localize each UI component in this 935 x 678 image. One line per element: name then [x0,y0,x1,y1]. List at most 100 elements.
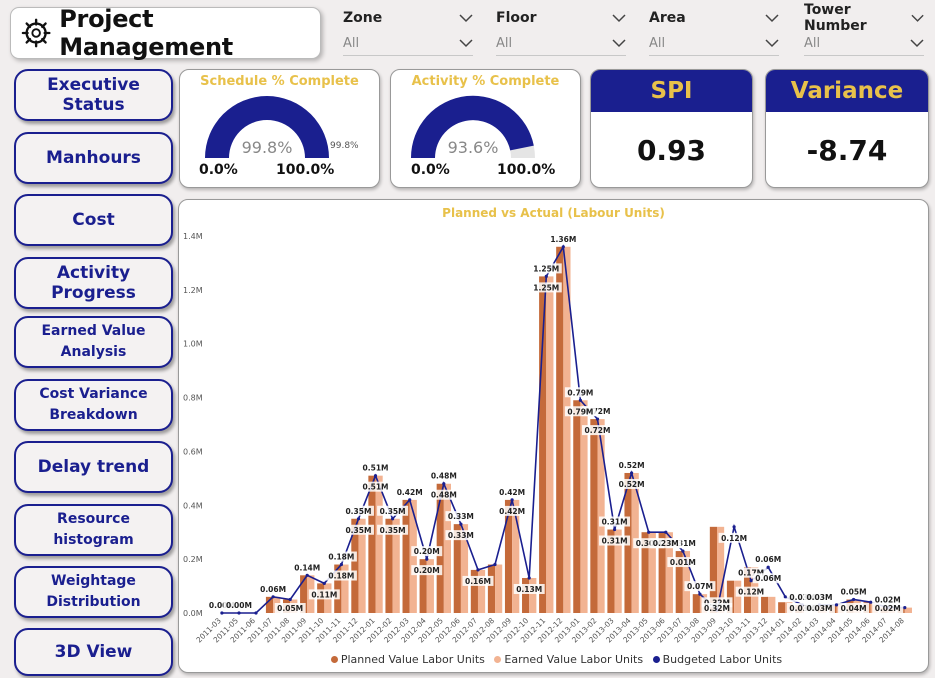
tower-number-dropdown[interactable]: All [804,32,924,56]
data-label: 0.48M [431,472,457,481]
data-label: 0.18M [328,553,354,562]
y-tick-label: 0.0M [183,609,203,618]
data-label: 1.25M [533,264,559,273]
budgeted-point [391,517,395,521]
area-dropdown[interactable]: All [649,32,779,56]
budgeted-point [698,592,702,596]
budgeted-point [322,581,326,585]
legend-dot-planned [330,656,338,663]
y-tick-label: 0.4M [183,501,203,510]
y-tick-label: 0.2M [183,555,203,564]
budgeted-point [561,245,565,249]
planned-bar [487,564,496,613]
data-label: 0.03M [806,604,832,613]
gauge-target-label: 99.8% [330,141,359,151]
nav-executive-status[interactable]: Executive Status [14,69,173,121]
planned-bar [573,400,581,613]
nav-earned-value-analysis[interactable]: Earned Value Analysis [14,316,173,368]
kpi-value: -8.74 [806,134,888,167]
data-label: 0.14M [294,563,320,572]
budgeted-point [834,603,839,607]
nav-delay-trend[interactable]: Delay trend [14,441,173,493]
slicer-label: Floor [496,10,537,26]
earned-bar [597,419,605,613]
budgeted-point [664,530,668,534]
budgeted-point [578,398,582,402]
earned-bar [375,475,383,613]
slicer-label: Area [649,10,686,26]
slicer-label: Zone [343,10,383,26]
floor-slicer[interactable]: Floor All [496,8,626,56]
earned-bar [495,564,503,613]
data-label: 0.11M [311,590,337,599]
nav-cost[interactable]: Cost [14,194,173,246]
budgeted-point [339,562,343,567]
budgeted-point [766,565,770,569]
data-label: 1.25M [533,283,559,292]
nav-resource-histogram[interactable]: Resource histogram [14,504,173,556]
planned-bar [556,246,564,613]
budgeted-point [544,274,548,278]
data-label: 0.16M [465,577,491,586]
chevron-down-icon[interactable] [765,13,779,23]
nav-activity-progress[interactable]: Activity Progress [14,257,173,309]
data-label: 0.12M [738,588,764,597]
chevron-down-icon[interactable] [911,14,924,23]
earned-bar [734,580,742,613]
floor-dropdown[interactable]: All [496,32,626,56]
data-label: 0.48M [431,491,457,500]
planned-bar [368,475,376,613]
zone-slicer[interactable]: Zone All [343,8,473,56]
wheel-gear-icon [21,18,51,48]
nav-cost-variance-breakdown[interactable]: Cost Variance Breakdown [14,379,173,431]
chart-legend: Planned Value Labor Units Earned Value L… [179,653,928,666]
zone-dropdown[interactable]: All [343,32,473,56]
planned-bar [402,499,410,613]
gauge-value: 93.6% [448,138,499,157]
activity-complete-gauge: Activity % Complete 93.6% 0.0% 100.0% [390,69,581,188]
budgeted-point [630,471,634,475]
earned-bar [768,596,776,613]
y-tick-label: 1.0M [183,340,203,349]
planned-bar [778,602,786,613]
budgeted-point [425,557,429,561]
data-label: 0.02M [875,604,901,613]
planned-bar [692,594,700,613]
data-label: 0.07M [687,582,713,591]
data-label: 0.79M [567,407,593,416]
budgeted-point [681,549,685,553]
planned-bar [504,499,513,613]
nav-manhours[interactable]: Manhours [14,132,173,184]
earned-bar [546,276,554,613]
data-label: 0.06M [755,555,781,564]
data-label: 0.51M [363,483,389,492]
y-tick-label: 1.4M [183,232,203,241]
gauge-max: 100.0% [276,162,335,178]
data-label: 0.18M [328,572,354,581]
slicer-label: Tower Number [804,2,867,34]
data-label: 0.51M [363,464,389,473]
nav-weightage-distribution[interactable]: Weightage Distribution [14,566,173,618]
budgeted-point [476,568,480,572]
data-label: 0.33M [448,531,474,540]
planned-bar [522,577,530,613]
page-title: Project Management [59,5,233,61]
planned-bar [590,419,598,613]
nav-3d-view[interactable]: 3D View [14,628,173,676]
data-label: 0.42M [499,507,525,516]
chevron-down-icon[interactable] [612,13,626,23]
budgeted-point [852,597,856,602]
data-label: 0.52M [619,461,645,470]
y-tick-label: 1.2M [183,286,203,295]
data-label: 0.35M [345,526,371,535]
area-slicer[interactable]: Area All [649,8,779,56]
budgeted-point [408,498,412,502]
chart-canvas: 0.0M0.2M0.4M0.6M0.8M1.0M1.2M1.4M2011-032… [183,232,912,645]
data-label: 0.42M [397,488,423,497]
tower-number-slicer[interactable]: Tower Number All [804,2,924,56]
chart-title: Planned vs Actual (Labour Units) [442,206,665,220]
labour-units-chart: 0.0M 0.2M 0.4M 0.6M 0.8M 1.0M 1.2M 1.4M 2011-03 2… [178,199,929,673]
data-label: 0.79M [567,388,593,397]
chevron-down-icon[interactable] [459,13,473,23]
earned-bar [529,577,537,613]
